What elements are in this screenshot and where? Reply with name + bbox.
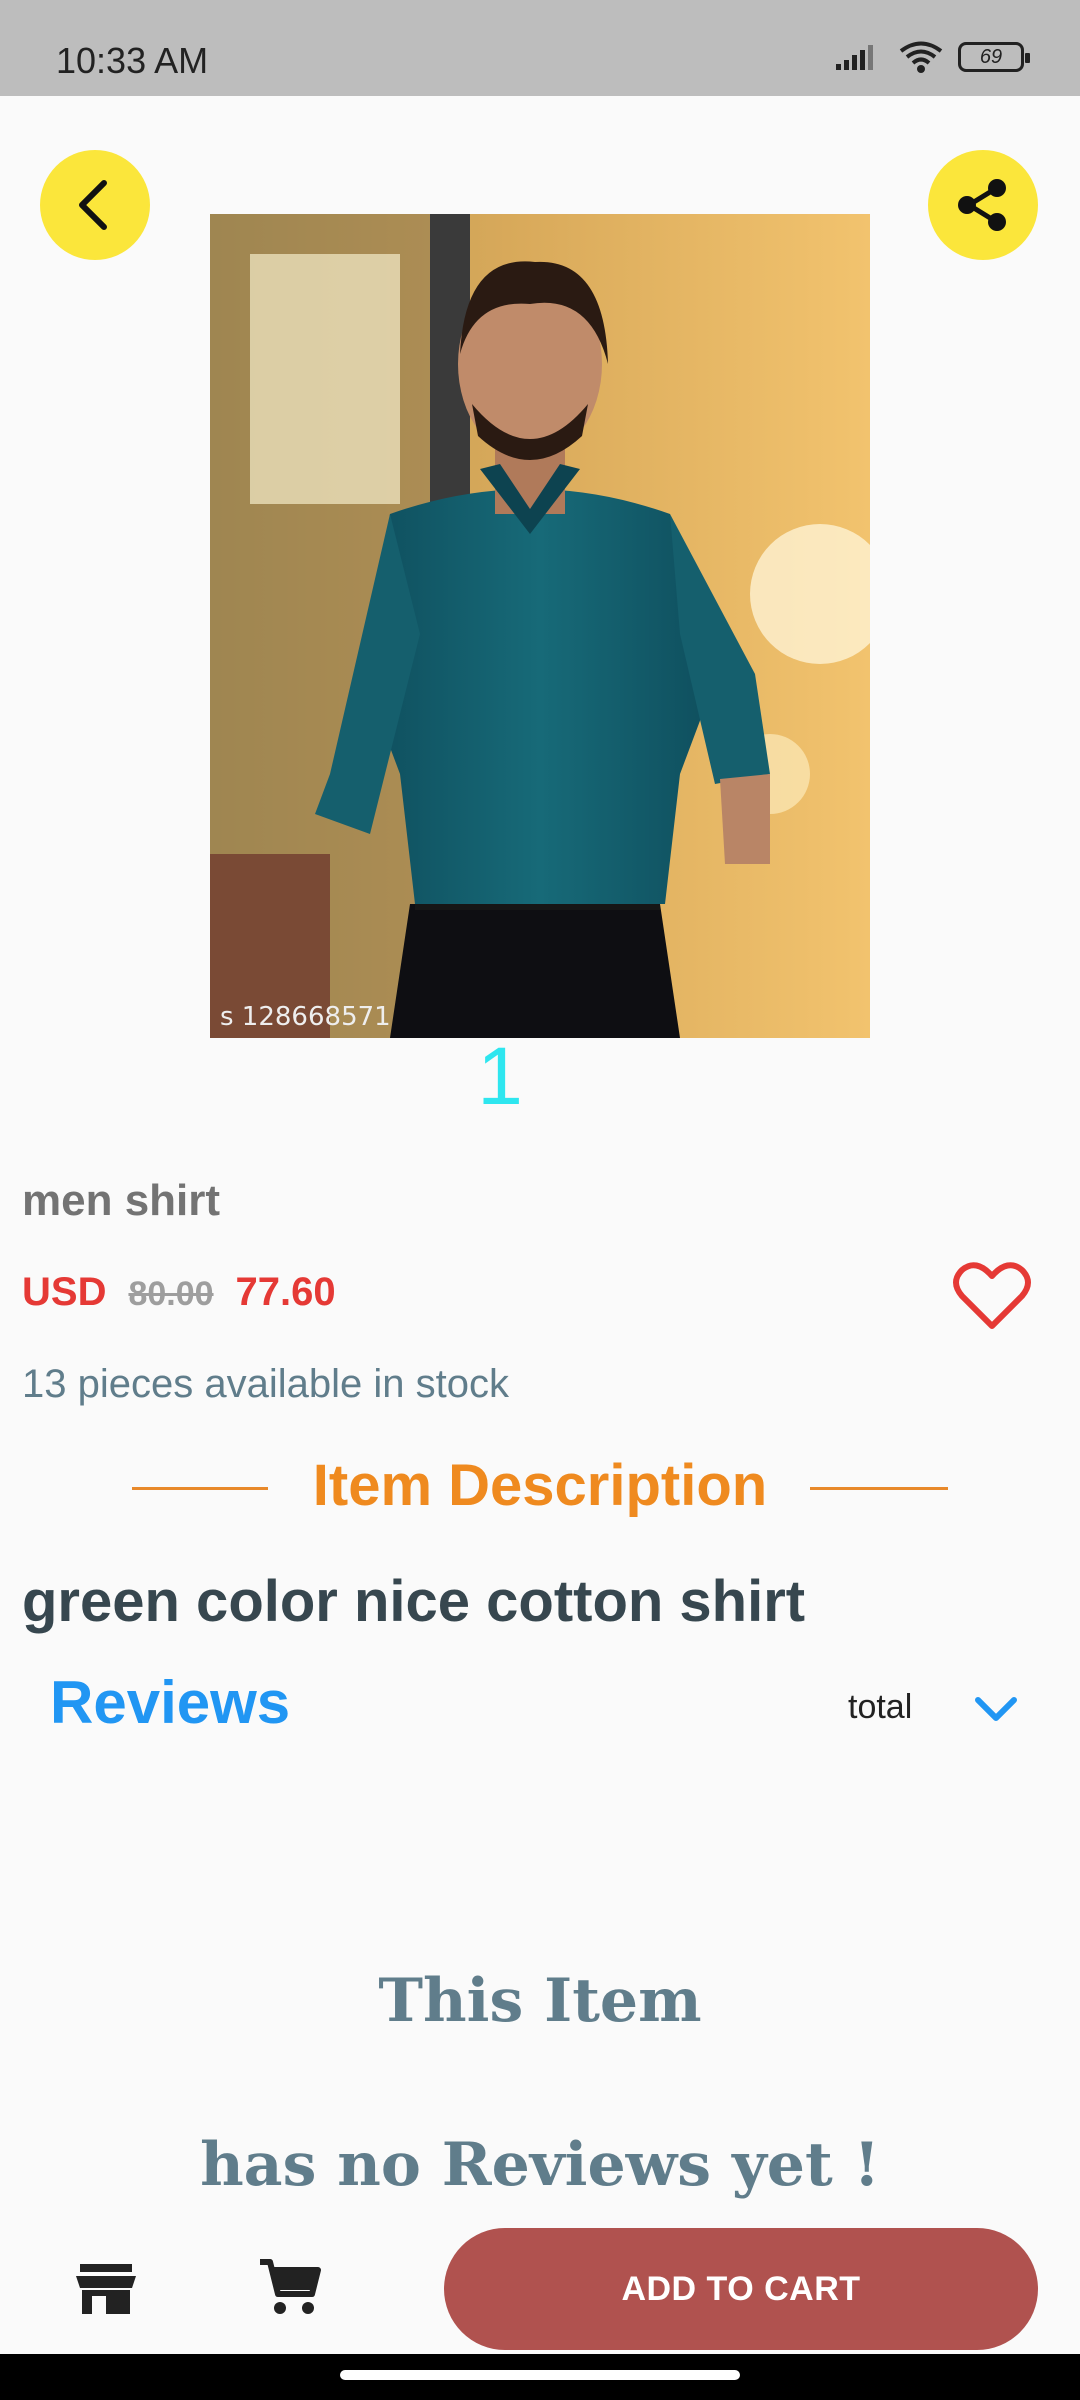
home-indicator[interactable] — [340, 2370, 740, 2380]
empty-reviews-line1: This Item — [378, 1966, 702, 2036]
battery-icon: 69 — [958, 42, 1030, 72]
favorite-button[interactable] — [952, 1260, 1032, 1332]
product-photo — [210, 214, 870, 1038]
system-nav-bar — [0, 2354, 1080, 2400]
currency-label: USD — [22, 1270, 107, 1314]
section-title: Item Description — [312, 1453, 768, 1518]
product-image[interactable]: s 128668571 — [210, 214, 870, 1038]
chevron-down-icon — [975, 1697, 1017, 1721]
signal-icon — [836, 45, 873, 70]
store-button[interactable] — [74, 2260, 138, 2316]
divider-right — [810, 1487, 948, 1490]
status-time: 10:33 AM — [56, 40, 209, 81]
new-price: 77.60 — [235, 1270, 336, 1314]
status-bar: 10:33 AM 69 — [0, 0, 1080, 96]
heart-icon — [953, 1262, 1031, 1329]
product-name: men shirt — [22, 1176, 221, 1225]
item-description: green color nice cotton shirt — [22, 1569, 806, 1634]
status-icons: 69 — [834, 40, 1030, 74]
old-price: 80.00 — [128, 1275, 214, 1313]
battery-level: 69 — [979, 45, 1003, 68]
reviews-title: Reviews — [50, 1669, 291, 1736]
wifi-icon — [899, 41, 943, 73]
cart-icon — [260, 2259, 321, 2314]
share-button[interactable] — [928, 150, 1038, 260]
back-arrow-icon — [79, 180, 107, 230]
price-row: USD 80.00 77.60 — [22, 1270, 336, 1315]
back-button[interactable] — [40, 150, 150, 260]
reviews-dropdown-button[interactable] — [966, 1688, 1026, 1732]
share-icon — [958, 179, 1006, 231]
empty-reviews-line2: has no Reviews yet ! — [200, 2130, 880, 2200]
image-watermark: s 128668571 — [220, 1002, 391, 1032]
reviews-filter-label[interactable]: total — [848, 1688, 912, 1727]
stock-info: 13 pieces available in stock — [22, 1362, 509, 1406]
description-header: Item Description — [0, 1452, 1080, 1522]
image-index: 1 — [477, 1031, 523, 1122]
add-to-cart-button[interactable]: ADD TO CART — [444, 2228, 1038, 2350]
bottom-action-bar: ADD TO CART — [0, 2218, 1080, 2354]
store-icon — [76, 2264, 136, 2314]
cart-button[interactable] — [258, 2258, 322, 2318]
